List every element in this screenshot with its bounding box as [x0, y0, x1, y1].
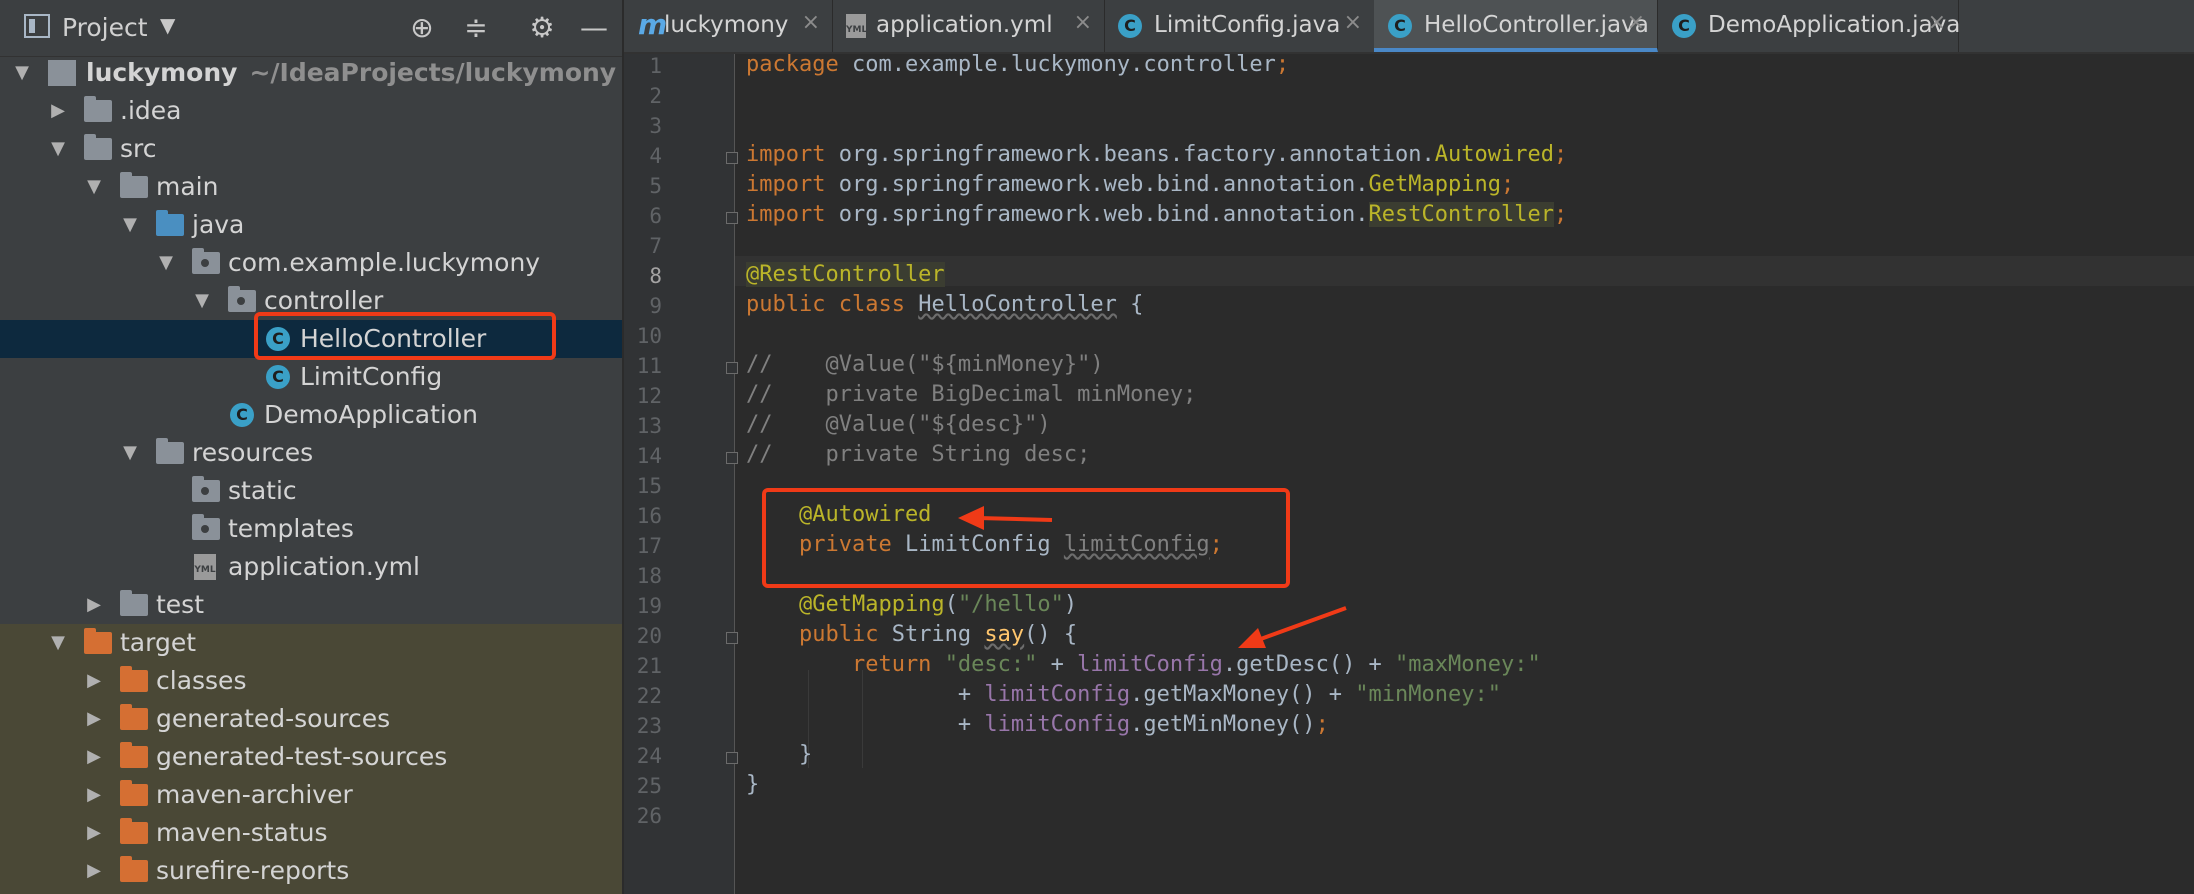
arrow-autowired	[958, 506, 1053, 530]
annotation-arrows	[958, 506, 1347, 648]
arrow-limitconfig-usage	[1238, 606, 1347, 648]
